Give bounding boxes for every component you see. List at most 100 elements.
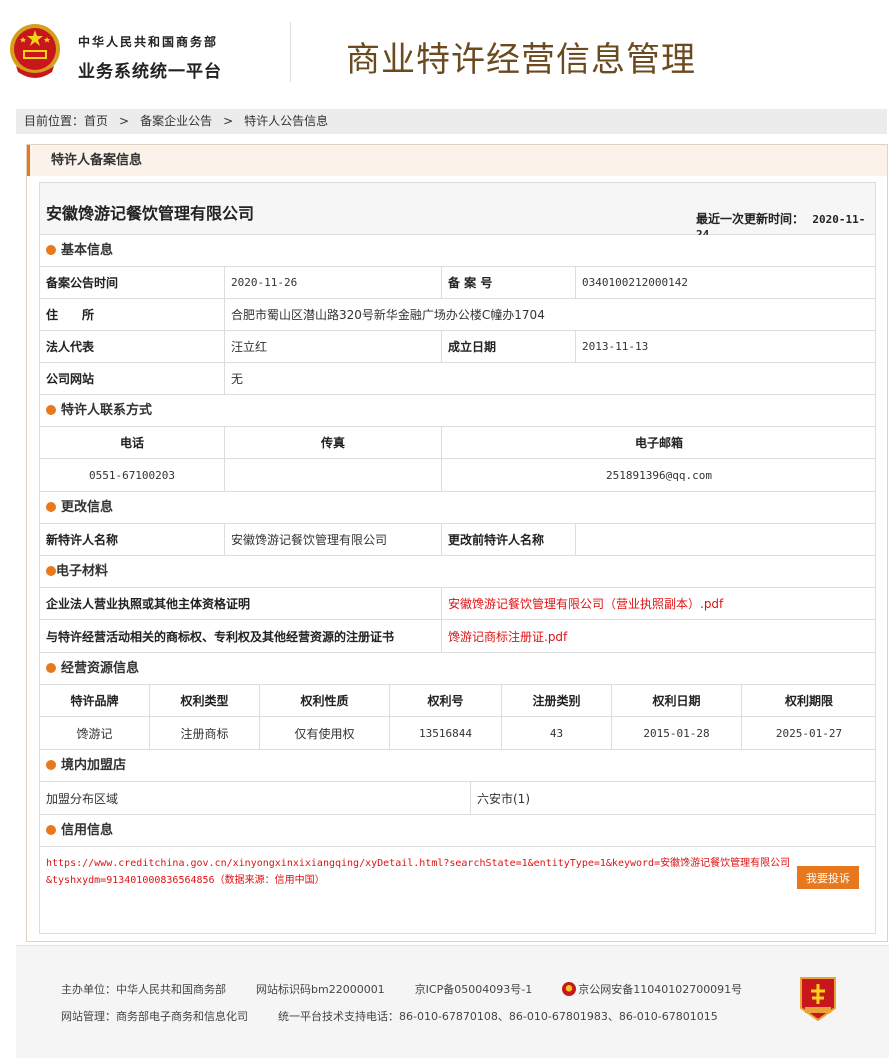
reg-class-cell: 43	[502, 717, 612, 749]
section-title: 特许人联系方式	[61, 403, 153, 418]
col-reg-class: 注册类别	[502, 685, 612, 716]
section-title: 境内加盟店	[61, 758, 127, 773]
col-right-term: 权利期限	[784, 694, 833, 708]
right-nature-cell: 仅有使用权	[260, 717, 390, 749]
email-value: 251891396@qq.com	[606, 468, 712, 482]
website-value: 无	[231, 372, 244, 386]
section-credit: 信用信息	[40, 815, 875, 847]
new-name-value: 安徽馋游记餐饮管理有限公司	[225, 524, 442, 555]
change-row: 新特许人名称 安徽馋游记餐饮管理有限公司 更改前特许人名称	[40, 524, 875, 556]
footer-line-1: 主办单位：中华人民共和国商务部 网站标识码bm22000001 京ICP备05004…	[61, 981, 772, 997]
breadcrumb-prefix: 目前位置：	[24, 114, 85, 128]
section-materials: 电子材料	[40, 556, 875, 588]
store-row: 加盟分布区域 六安市(1)	[40, 782, 875, 815]
fax-header: 传真	[225, 427, 442, 458]
new-name-label: 新特许人名称	[40, 524, 225, 555]
website-label: 公司网站	[40, 363, 225, 394]
section-title: 经营资源信息	[61, 661, 140, 676]
platform-name: 业务系统统一平台	[78, 62, 222, 82]
col-brand: 特许品牌	[40, 685, 150, 716]
company-name: 安徽馋游记餐饮管理有限公司	[46, 204, 255, 223]
col-right-no: 权利号	[390, 685, 502, 716]
col-right-type: 权利类型	[150, 685, 260, 716]
fax-value	[225, 459, 442, 491]
material-trademark-link[interactable]: 馋游记商标注册证.pdf	[442, 620, 876, 652]
site-footer: 主办单位：中华人民共和国商务部 网站标识码bm22000001 京ICP备05004…	[16, 945, 889, 1058]
region-label: 加盟分布区域	[40, 782, 471, 814]
footer-support: 统一平台技术支持电话：86-010-67870108、86-010-678019…	[278, 1010, 718, 1023]
phone-header: 电话	[40, 427, 225, 458]
header-divider	[290, 22, 291, 82]
material-row: 与特许经营活动相关的商标权、专利权及其他经营资源的注册证书 馋游记商标注册证.p…	[40, 620, 875, 653]
phone-value: 0551-67100203	[40, 459, 225, 491]
site-title: 商业特许经营信息管理	[346, 40, 696, 80]
filing-detail: 安徽馋游记餐饮管理有限公司 最近一次更新时间： 2020-11-24 基本信息 …	[39, 182, 876, 934]
national-emblem-icon	[10, 24, 60, 78]
resource-header-row: 特许品牌 权利类型 权利性质 权利号 注册类别 权利日期 权利期限	[40, 685, 875, 717]
section-change-info: 更改信息	[40, 492, 875, 524]
footer-site-id: 网站标识码bm22000001	[256, 983, 385, 996]
info-row: 备案公告时间 2020-11-26 备 案 号 0340100212000142	[40, 267, 875, 299]
company-header: 安徽馋游记餐饮管理有限公司 最近一次更新时间： 2020-11-24	[40, 183, 875, 241]
bullet-icon	[46, 760, 56, 770]
footer-icp[interactable]: 京ICP备05004093号-1	[415, 983, 533, 996]
chevron-right-icon: >	[223, 114, 234, 128]
bullet-icon	[46, 405, 56, 415]
contact-header-row: 电话 传真 电子邮箱	[40, 427, 875, 459]
footer-host: 主办单位：中华人民共和国商务部	[61, 983, 226, 996]
legal-rep-label: 法人代表	[40, 331, 225, 362]
region-value: 六安市(1)	[477, 791, 530, 806]
old-name-value	[576, 524, 876, 555]
right-no-cell: 13516844	[390, 717, 502, 749]
breadcrumb-home[interactable]: 首页	[84, 109, 108, 134]
party-gov-badge-icon[interactable]	[797, 974, 839, 1022]
record-no-label: 备 案 号	[442, 267, 576, 298]
section-title: 基本信息	[61, 243, 114, 258]
footer-police[interactable]: 京公网安备11040102700091号	[578, 983, 742, 996]
section-stores: 境内加盟店	[40, 750, 875, 782]
announce-time-label: 备案公告时间	[40, 267, 225, 298]
section-basic-info: 基本信息	[40, 235, 875, 267]
credit-link[interactable]: https://www.creditchina.gov.cn/xinyongxi…	[46, 855, 866, 889]
complain-button[interactable]: 我要投诉	[797, 866, 859, 889]
credit-link-line1[interactable]: https://www.creditchina.gov.cn/xinyongxi…	[46, 855, 866, 872]
filing-panel: 特许人备案信息 安徽馋游记餐饮管理有限公司 最近一次更新时间： 2020-11-…	[26, 144, 888, 942]
old-name-label: 更改前特许人名称	[442, 524, 576, 555]
material-license-link[interactable]: 安徽馋游记餐饮管理有限公司（营业执照副本）.pdf	[442, 588, 876, 619]
breadcrumb-current: 特许人公告信息	[244, 114, 329, 128]
record-no-value: 0340100212000142	[582, 276, 688, 289]
address-value: 合肥市蜀山区潜山路320号新华金融广场办公楼C幢办1704	[231, 308, 545, 322]
legal-rep-value: 汪立红	[225, 331, 442, 362]
right-type-cell: 注册商标	[150, 717, 260, 749]
section-title: 电子材料	[56, 564, 109, 579]
credit-link-line2[interactable]: &tyshxydm=913401000836564856（数据来源：信用中国）	[46, 872, 866, 889]
site-header: 中华人民共和国商务部 业务系统统一平台 商业特许经营信息管理	[0, 0, 889, 104]
brand-cell: 馋游记	[40, 717, 150, 749]
footer-line-2: 网站管理：商务部电子商务和信息化司 统一平台技术支持电话：86-010-67870…	[61, 1008, 748, 1024]
col-right-nature: 权利性质	[260, 685, 390, 716]
table-row: 馋游记 注册商标 仅有使用权 13516844 43 2015-01-28 20…	[40, 717, 875, 750]
info-row: 法人代表 汪立红 成立日期 2013-11-13	[40, 331, 875, 363]
bullet-icon	[46, 566, 56, 576]
col-right-date: 权利日期	[612, 685, 742, 716]
bullet-icon	[46, 245, 56, 255]
announce-time-value: 2020-11-26	[225, 267, 442, 298]
last-update-label: 最近一次更新时间：	[696, 212, 805, 226]
bullet-icon	[46, 825, 56, 835]
breadcrumb-announcements[interactable]: 备案企业公告	[140, 109, 212, 134]
material-trademark-label: 与特许经营活动相关的商标权、专利权及其他经营资源的注册证书	[40, 620, 442, 652]
material-license-label: 企业法人营业执照或其他主体资格证明	[40, 588, 442, 619]
section-resources: 经营资源信息	[40, 653, 875, 685]
contact-row: 0551-67100203 251891396@qq.com	[40, 459, 875, 492]
info-row: 公司网站 无	[40, 363, 875, 395]
footer-admin: 网站管理：商务部电子商务和信息化司	[61, 1010, 248, 1023]
right-term-cell: 2025-01-27	[775, 726, 843, 740]
org-name: 中华人民共和国商务部	[78, 35, 219, 49]
section-title: 信用信息	[61, 823, 114, 838]
address-label: 住 所	[40, 299, 225, 330]
police-badge-icon	[562, 982, 577, 996]
section-contact: 特许人联系方式	[40, 395, 875, 427]
info-row: 住 所 合肥市蜀山区潜山路320号新华金融广场办公楼C幢办1704	[40, 299, 875, 331]
bullet-icon	[46, 663, 56, 673]
section-title: 更改信息	[61, 500, 114, 515]
